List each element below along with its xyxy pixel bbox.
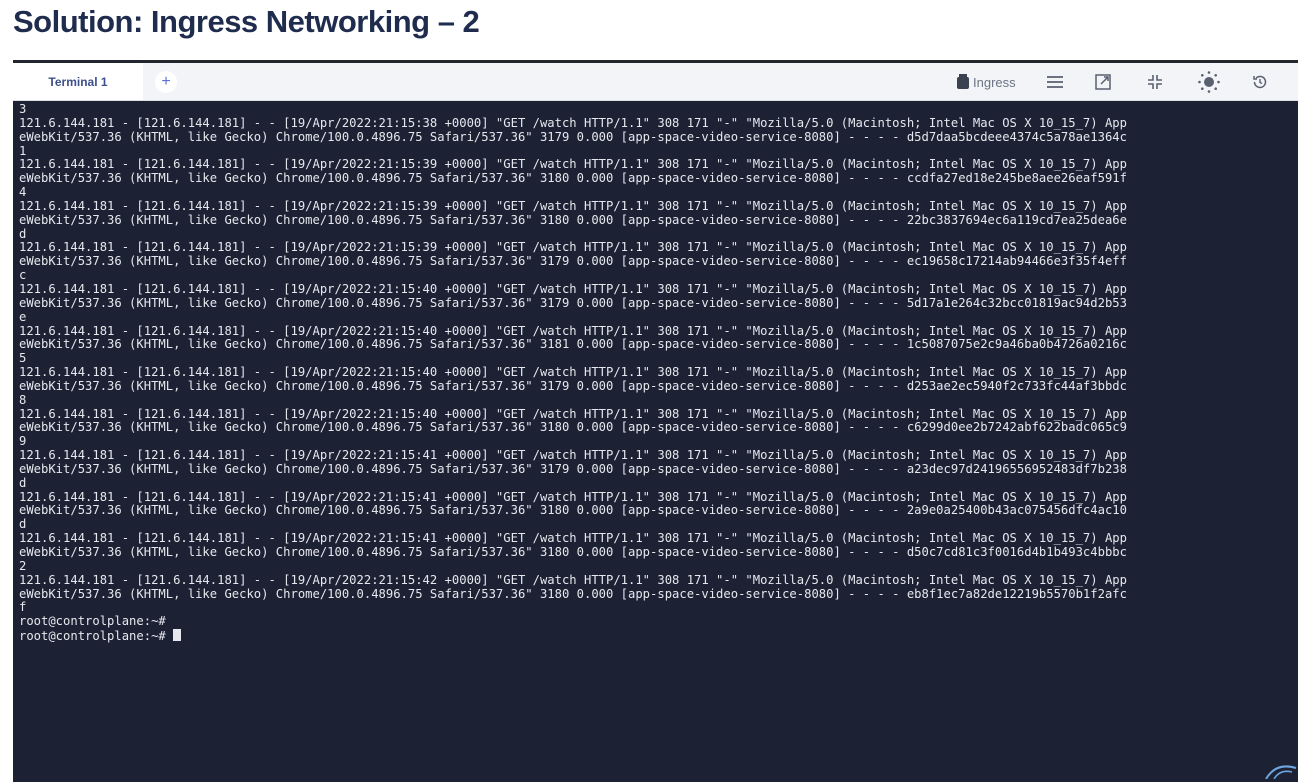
terminal-line: 1 [19,143,27,158]
terminal-line: 121.6.144.181 - [121.6.144.181] - - [19/… [19,240,1127,255]
compress-icon[interactable] [1143,70,1167,94]
terminal-line: 8 [19,392,27,407]
history-icon[interactable] [1248,70,1272,94]
terminal-line: eWebKit/537.36 (KHTML, like Gecko) Chrom… [19,254,1127,269]
brightness-icon[interactable] [1197,70,1221,94]
terminal-line: eWebKit/537.36 (KHTML, like Gecko) Chrom… [19,545,1127,559]
terminal-line: 121.6.144.181 - [121.6.144.181] - - [19/… [19,323,1127,338]
terminal-line: eWebKit/537.36 (KHTML, like Gecko) Chrom… [19,461,1127,476]
terminal-line: root@controlplane:~# [19,614,166,629]
terminal-line: eWebKit/537.36 (KHTML, like Gecko) Chrom… [19,171,1127,186]
slide-title: Solution: Ingress Networking – 2 [13,4,480,39]
terminal-line: c [19,268,27,283]
terminal-line: e [19,309,27,324]
ingress-context[interactable]: Ingress [957,72,1016,92]
terminal-line: 121.6.144.181 - [121.6.144.181] - - [19/… [19,489,1127,504]
terminal-line: eWebKit/537.36 (KHTML, like Gecko) Chrom… [19,586,1127,601]
terminal-line: 2 [19,558,27,573]
terminal-line: 121.6.144.181 - [121.6.144.181] - - [19/… [19,531,1127,546]
terminal-line: eWebKit/537.36 (KHTML, like Gecko) Chrom… [19,420,1127,435]
ingress-label: Ingress [973,74,1016,90]
terminal-line: 121.6.144.181 - [121.6.144.181] - - [19/… [19,157,1127,172]
terminal-line: d [19,475,27,490]
ingress-icon [957,73,969,92]
tab-terminal-1[interactable]: Terminal 1 [13,63,143,100]
terminal-line: 3 [19,103,27,116]
terminal-line: eWebKit/537.36 (KHTML, like Gecko) Chrom… [19,378,1127,393]
terminal-line: eWebKit/537.36 (KHTML, like Gecko) Chrom… [19,129,1127,144]
terminal-line: eWebKit/537.36 (KHTML, like Gecko) Chrom… [19,212,1127,227]
corner-logo-icon [1262,760,1298,784]
terminal-line: eWebKit/537.36 (KHTML, like Gecko) Chrom… [19,295,1127,310]
add-tab-button[interactable]: + [155,71,177,93]
terminal-line: 5 [19,351,27,366]
terminal-line: 121.6.144.181 - [121.6.144.181] - - [19/… [19,281,1127,296]
terminal-cursor [173,629,182,642]
terminal-lines: 3 121.6.144.181 - [121.6.144.181] - - [19… [19,103,1298,629]
terminal-line: d [19,517,27,532]
terminal-line: eWebKit/537.36 (KHTML, like Gecko) Chrom… [19,337,1127,352]
terminal-line: f [19,600,27,615]
terminal-line: 121.6.144.181 - [121.6.144.181] - - [19/… [19,365,1127,380]
terminal-window: Terminal 1 + Ingress 3 121.6.144.181 - [1… [13,60,1298,782]
terminal-line: d [19,226,27,241]
terminal-prompt: root@controlplane:~# [19,629,174,644]
terminal-line: 4 [19,185,27,200]
terminal-line: 121.6.144.181 - [121.6.144.181] - - [19/… [19,115,1127,130]
terminal-line: 121.6.144.181 - [121.6.144.181] - - [19/… [19,198,1127,213]
external-link-icon[interactable] [1091,70,1115,94]
terminal-line: 9 [19,434,27,449]
menu-icon[interactable] [1043,70,1067,94]
terminal-line: 121.6.144.181 - [121.6.144.181] - - [19/… [19,448,1127,463]
terminal-prompt-line[interactable]: root@controlplane:~# [19,629,1298,644]
terminal-line: 121.6.144.181 - [121.6.144.181] - - [19/… [19,572,1127,587]
terminal-line: 121.6.144.181 - [121.6.144.181] - - [19/… [19,406,1127,421]
terminal-line: eWebKit/537.36 (KHTML, like Gecko) Chrom… [19,503,1127,518]
terminal-output[interactable]: 3 121.6.144.181 - [121.6.144.181] - - [19… [19,103,1298,782]
terminal-tabbar: Terminal 1 + Ingress [13,63,1298,101]
